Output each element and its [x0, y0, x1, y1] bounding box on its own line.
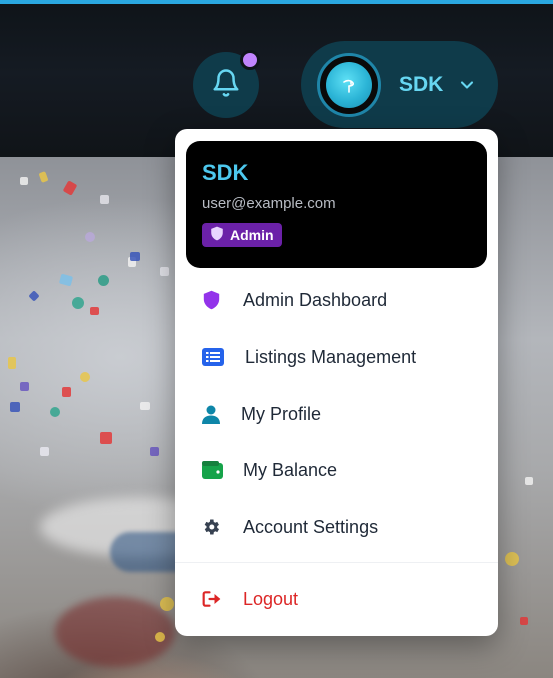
menu-item-label: Admin Dashboard	[243, 289, 388, 310]
confetti-piece	[62, 387, 71, 397]
menu-item-label: Account Settings	[243, 516, 379, 537]
confetti-piece	[155, 632, 165, 642]
bell-icon	[211, 68, 241, 103]
menu-item-label: Listings Management	[245, 346, 417, 367]
confetti-piece	[525, 477, 533, 485]
confetti-piece	[90, 307, 99, 315]
menu-item-listings-management[interactable]: Listings Management	[175, 331, 498, 383]
user-dropdown-menu: SDK user@example.com Admin Admin Dashboa…	[175, 129, 498, 636]
confetti-piece	[150, 447, 159, 456]
confetti-piece	[130, 252, 140, 261]
user-menu-button[interactable]: SDK	[301, 41, 498, 128]
avatar	[317, 52, 381, 117]
confetti-piece	[38, 171, 49, 183]
confetti-piece	[85, 232, 95, 242]
avatar-logo-icon	[326, 61, 372, 108]
logout-icon	[200, 587, 224, 611]
confetti-piece	[20, 382, 29, 391]
shield-icon	[210, 226, 230, 244]
confetti-piece	[160, 267, 169, 276]
menu-item-label: My Balance	[243, 459, 338, 480]
confetti-piece	[98, 275, 109, 286]
confetti-piece	[8, 357, 16, 369]
user-icon	[199, 402, 223, 426]
confetti-piece	[10, 402, 20, 412]
confetti-piece	[40, 447, 49, 456]
notification-badge	[240, 50, 260, 70]
shield-icon	[199, 288, 223, 312]
confetti-piece	[80, 372, 90, 382]
confetti-piece	[72, 297, 84, 309]
confetti-piece	[140, 402, 150, 410]
confetti-piece	[62, 180, 78, 196]
wallet-icon	[200, 458, 224, 482]
profile-card: SDK user@example.com Admin	[186, 141, 487, 268]
confetti-piece	[58, 273, 74, 287]
gear-icon	[199, 515, 223, 539]
menu-item-label: My Profile	[241, 403, 322, 424]
profile-name: SDK	[202, 160, 249, 185]
confetti-piece	[100, 195, 109, 204]
menu-item-account-settings[interactable]: Account Settings	[175, 501, 498, 553]
menu-item-my-profile[interactable]: My Profile	[175, 388, 498, 440]
menu-divider	[175, 562, 498, 563]
list-icon	[201, 345, 225, 369]
logout-button[interactable]: Logout	[175, 573, 498, 625]
menu-item-my-balance[interactable]: My Balance	[175, 444, 498, 496]
logout-label: Logout	[243, 588, 299, 609]
role-badge: Admin	[202, 223, 282, 247]
confetti-piece	[20, 177, 28, 185]
chevron-down-icon	[457, 75, 477, 95]
menu-item-admin-dashboard[interactable]: Admin Dashboard	[175, 274, 498, 326]
confetti-piece	[505, 552, 519, 566]
user-name: SDK	[399, 72, 444, 96]
confetti-piece	[50, 407, 60, 417]
confetti-piece	[520, 617, 528, 625]
role-label: Admin	[230, 227, 274, 243]
profile-email: user@example.com	[202, 195, 336, 212]
confetti-piece	[160, 597, 174, 611]
confetti-piece	[100, 432, 112, 444]
confetti-piece	[28, 290, 40, 302]
